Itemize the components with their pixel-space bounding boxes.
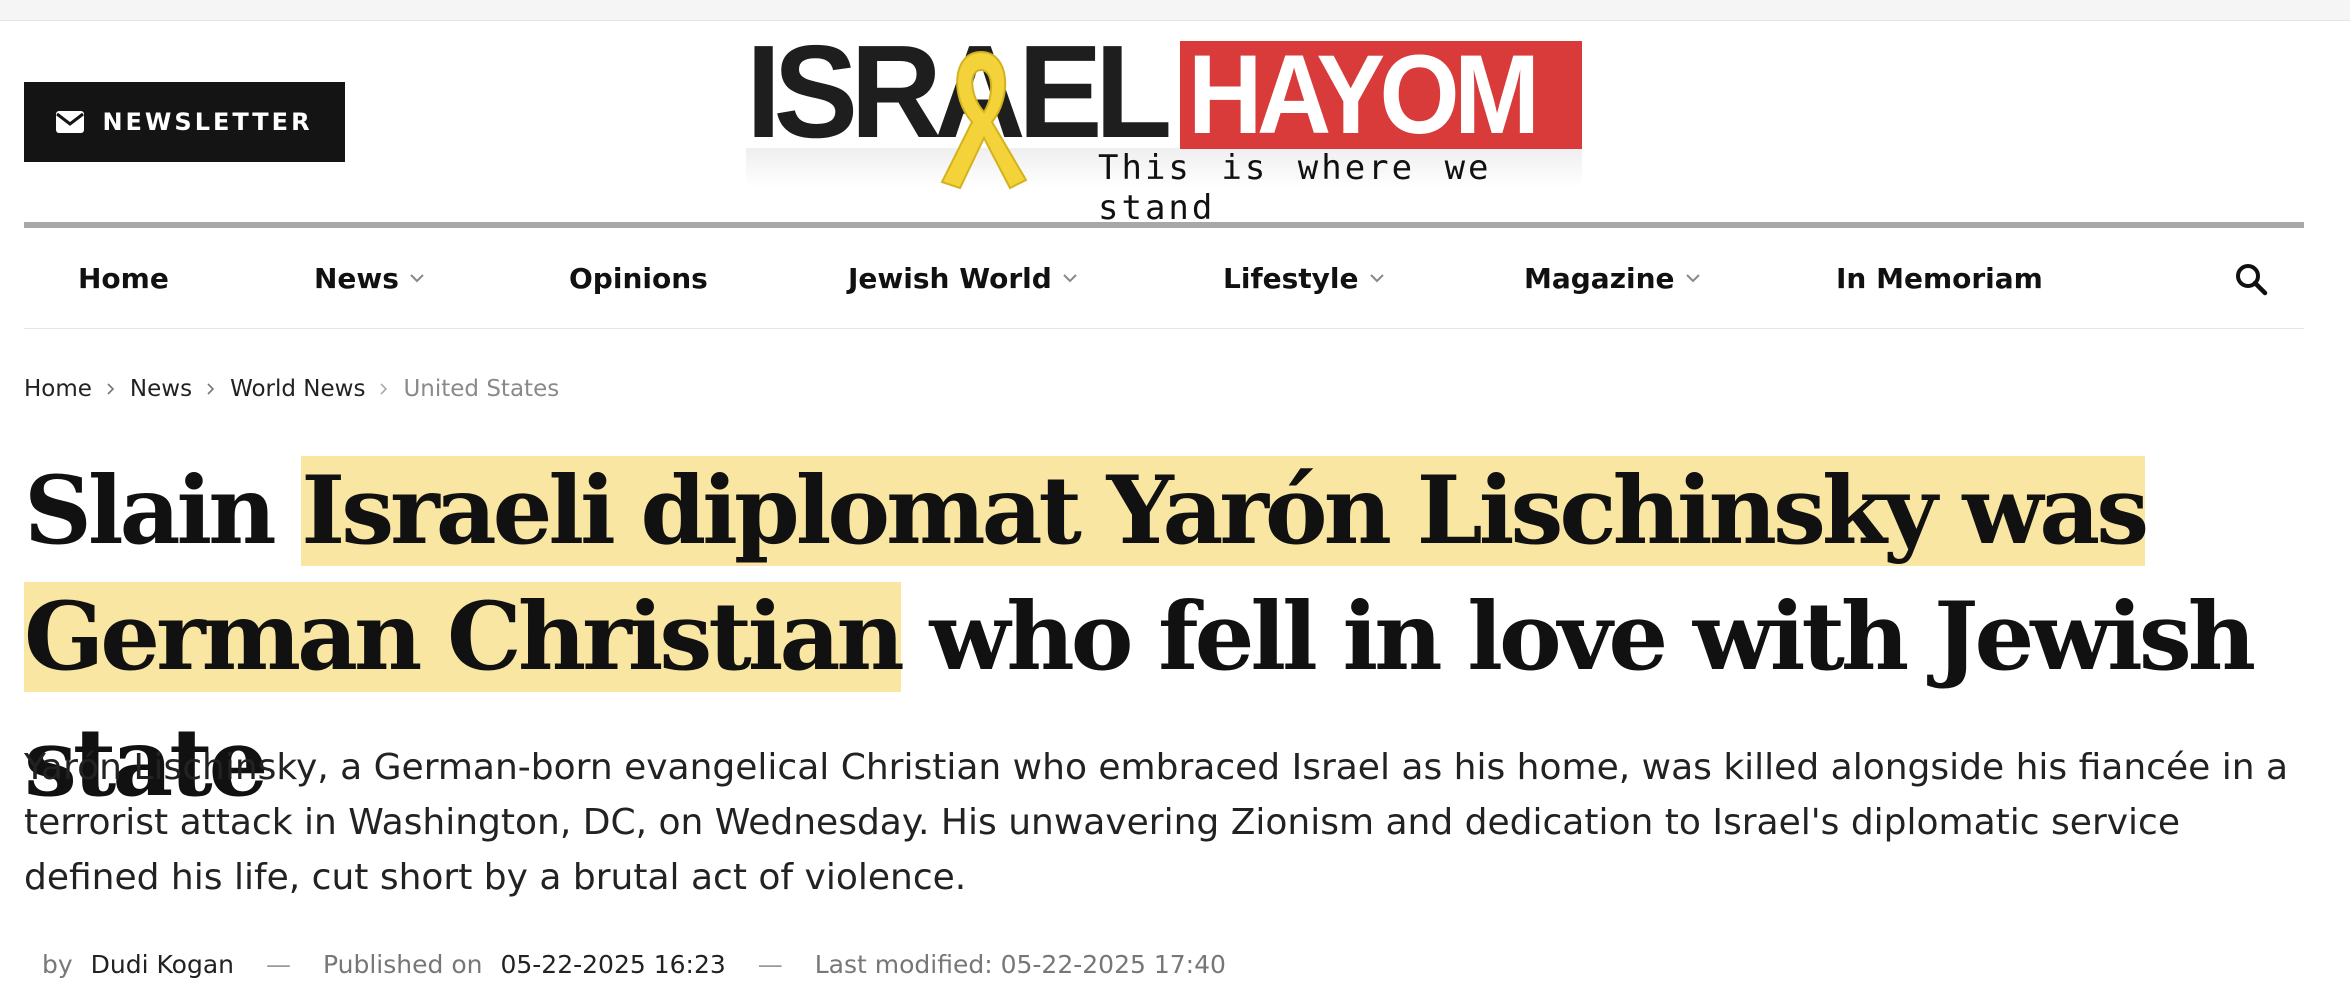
logo-tagline: This is where we stand bbox=[1098, 148, 1492, 228]
main-nav: Home News Opinions Jewish World Lifestyl… bbox=[24, 228, 2304, 329]
yellow-ribbon-icon bbox=[940, 50, 1028, 190]
breadcrumb: Home News World News United States bbox=[24, 376, 559, 402]
article-meta: by Dudi Kogan — Published on 05-22-2025 … bbox=[42, 950, 1226, 979]
nav-item-home[interactable]: Home bbox=[78, 228, 169, 328]
nav-item-in-memoriam[interactable]: In Memoriam bbox=[1836, 228, 2043, 328]
nav-item-label: Opinions bbox=[569, 261, 708, 295]
author-link[interactable]: Dudi Kogan bbox=[91, 950, 234, 979]
chevron-down-icon bbox=[1369, 274, 1384, 283]
published-label: Published on bbox=[323, 950, 483, 979]
nav-item-label: Lifestyle bbox=[1223, 261, 1359, 295]
logo-hayom-text: HAYOM bbox=[1188, 41, 1540, 149]
chevron-right-icon bbox=[107, 383, 115, 395]
top-strip bbox=[0, 0, 2350, 21]
chevron-right-icon bbox=[207, 383, 215, 395]
nav-item-label: Magazine bbox=[1524, 261, 1675, 295]
site-logo[interactable]: ISRAEL HAYOM This is where we stand bbox=[746, 26, 1582, 228]
nav-item-news[interactable]: News bbox=[314, 228, 425, 328]
logo-hayom-box: HAYOM bbox=[1180, 41, 1582, 149]
breadcrumb-home[interactable]: Home bbox=[24, 376, 92, 402]
nav-item-jewish-world[interactable]: Jewish World bbox=[848, 228, 1078, 328]
headline-highlight-1: Israeli diplomat Yarón Lischinsky was bbox=[301, 456, 2149, 566]
nav-item-lifestyle[interactable]: Lifestyle bbox=[1223, 228, 1385, 328]
nav-item-magazine[interactable]: Magazine bbox=[1524, 228, 1701, 328]
nav-item-label: Jewish World bbox=[848, 261, 1052, 295]
breadcrumb-news[interactable]: News bbox=[130, 376, 192, 402]
nav-item-label: In Memoriam bbox=[1836, 261, 2043, 295]
breadcrumb-current: United States bbox=[403, 376, 560, 402]
chevron-right-icon bbox=[380, 383, 388, 395]
meta-separator: — bbox=[757, 950, 783, 979]
newsletter-button[interactable]: NEWSLETTER bbox=[24, 82, 345, 162]
search-icon[interactable] bbox=[2234, 262, 2268, 296]
envelope-icon bbox=[56, 111, 85, 133]
newsletter-label: NEWSLETTER bbox=[102, 108, 313, 136]
nav-item-label: Home bbox=[78, 261, 169, 295]
chevron-down-icon bbox=[410, 274, 424, 283]
article-subtitle: Yarón Lischinsky, a German-born evangeli… bbox=[24, 747, 2289, 898]
nav-item-label: News bbox=[314, 261, 399, 295]
nav-item-opinions[interactable]: Opinions bbox=[569, 228, 708, 328]
chevron-down-icon bbox=[1063, 274, 1077, 283]
headline-part-1: Slain bbox=[24, 456, 302, 566]
published-date: 05-22-2025 16:23 bbox=[500, 950, 726, 979]
meta-separator: — bbox=[266, 950, 292, 979]
headline-highlight-2: German Christian bbox=[24, 582, 905, 692]
breadcrumb-world-news[interactable]: World News bbox=[230, 376, 365, 402]
chevron-down-icon bbox=[1685, 274, 1700, 283]
last-modified: Last modified: 05-22-2025 17:40 bbox=[814, 950, 1226, 979]
byline-label: by bbox=[42, 950, 73, 979]
